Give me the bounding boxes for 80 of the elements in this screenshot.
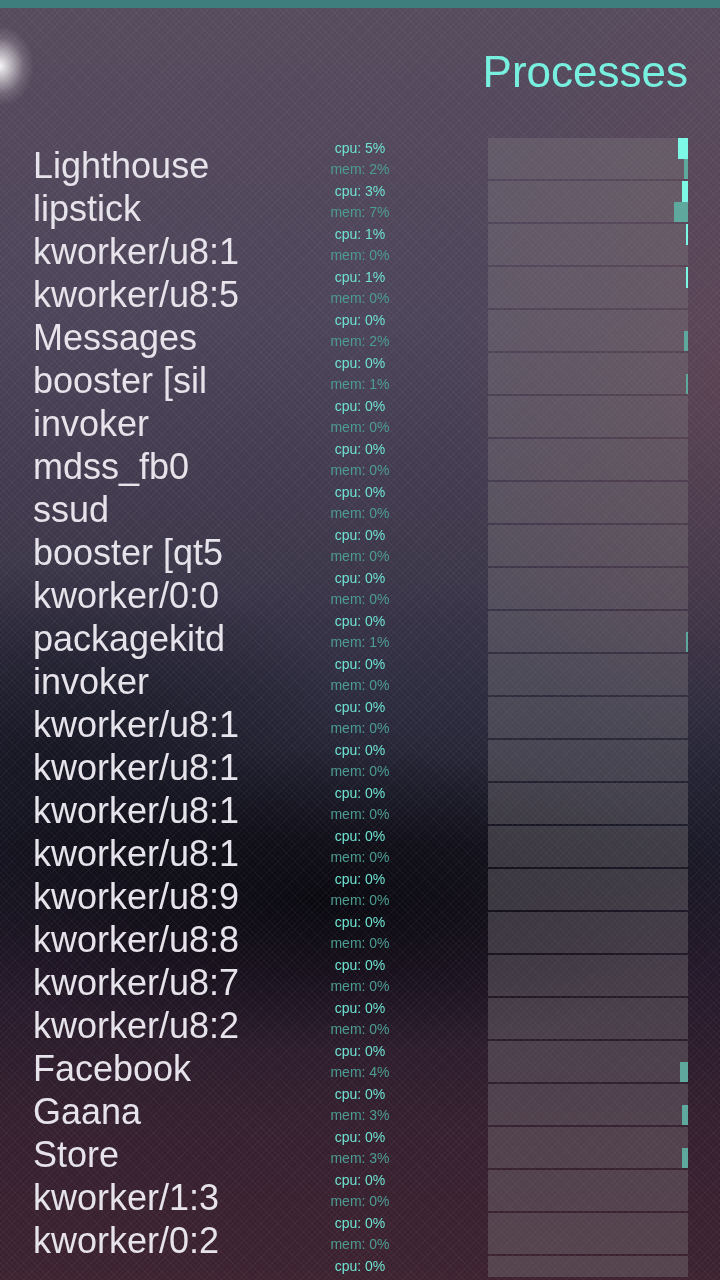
process-name: Messages (33, 320, 198, 356)
mem-reading: mem: 0% (330, 804, 390, 824)
mem-reading: mem: 3% (330, 1105, 390, 1125)
process-name: kworker/u8:5 (33, 277, 240, 313)
process-name: lipstick (33, 191, 142, 227)
mem-reading: mem: 0% (330, 933, 390, 953)
mem-reading: mem: 0% (330, 417, 390, 437)
process-name: packagekitd (33, 621, 226, 657)
mem-reading: mem: 2% (330, 159, 390, 179)
process-name: kworker/u8:1 (33, 793, 240, 829)
cpu-reading: cpu: 0% (334, 999, 386, 1018)
process-name: kworker/u8:2 (33, 1008, 240, 1044)
process-name: invoker (33, 664, 150, 700)
mem-reading: mem: 0% (330, 589, 390, 609)
page-title: Processes (482, 50, 688, 94)
mem-reading: mem: 1% (330, 374, 390, 394)
cpu-reading: cpu: 0% (334, 397, 386, 416)
process-name: mdss_fb0 (33, 449, 190, 485)
process-name: invoker (33, 406, 150, 442)
mem-reading: mem: 0% (330, 847, 390, 867)
process-name: kworker/u8:1 (33, 707, 240, 743)
cpu-reading: cpu: 0% (334, 612, 386, 631)
mem-reading: mem: 0% (330, 1234, 390, 1254)
process-name: kworker/0:0 (33, 578, 220, 614)
cpu-reading: cpu: 1% (334, 225, 386, 244)
process-name: kworker/u8:9 (33, 879, 240, 915)
mem-reading: mem: 0% (330, 288, 390, 308)
cpu-reading: cpu: 0% (334, 569, 386, 588)
process-name: kworker/u8:1 (33, 836, 240, 872)
cpu-reading: cpu: 0% (334, 1042, 386, 1061)
process-name: kworker/u8:7 (33, 965, 240, 1001)
mem-reading: mem: 0% (330, 718, 390, 738)
cpu-reading: cpu: 5% (334, 139, 386, 158)
mem-reading: mem: 0% (330, 245, 390, 265)
cpu-reading: cpu: 0% (334, 1171, 386, 1190)
mem-reading: mem: 0% (330, 976, 390, 996)
process-name: kworker/u8:1 (33, 234, 240, 270)
cpu-reading: cpu: 0% (334, 655, 386, 674)
cpu-reading: cpu: 0% (334, 913, 386, 932)
cpu-reading: cpu: 0% (334, 311, 386, 330)
mem-reading: mem: 0% (330, 546, 390, 566)
cpu-reading: cpu: 0% (334, 698, 386, 717)
cpu-reading: cpu: 0% (334, 956, 386, 975)
process-name: kworker/u8:1 (33, 750, 240, 786)
mem-reading: mem: 3% (330, 1148, 390, 1168)
cpu-reading: cpu: 0% (334, 440, 386, 459)
cpu-reading: cpu: 0% (334, 870, 386, 889)
mem-reading: mem: 0% (330, 1019, 390, 1039)
cpu-reading: cpu: 0% (334, 354, 386, 373)
mem-reading: mem: 2% (330, 331, 390, 351)
cpu-reading: cpu: 0% (334, 1257, 386, 1276)
mem-reading: mem: 0% (330, 675, 390, 695)
process-name: Facebook (33, 1051, 192, 1087)
mem-reading: mem: 4% (330, 1062, 390, 1082)
cpu-reading: cpu: 0% (334, 483, 386, 502)
process-name: Gaana (33, 1094, 142, 1130)
mem-reading: mem: 7% (330, 202, 390, 222)
cpu-reading: cpu: 0% (334, 827, 386, 846)
process-name: booster [qt5 (33, 535, 224, 571)
cpu-reading: cpu: 0% (334, 526, 386, 545)
process-name: Store (33, 1137, 120, 1173)
cpu-reading: cpu: 0% (334, 784, 386, 803)
mem-reading: mem: 0% (330, 503, 390, 523)
process-name: kworker/u8:8 (33, 922, 240, 958)
mem-reading: mem: 0% (330, 1191, 390, 1211)
mem-reading: mem: 0% (330, 890, 390, 910)
process-name: kworker/1:3 (33, 1180, 220, 1216)
cpu-reading: cpu: 0% (334, 1128, 386, 1147)
cpu-reading: cpu: 1% (334, 268, 386, 287)
cpu-reading: cpu: 0% (334, 1085, 386, 1104)
mem-reading: mem: 0% (330, 761, 390, 781)
cpu-reading: cpu: 3% (334, 182, 386, 201)
mem-reading: mem: 1% (330, 632, 390, 652)
process-name: Lighthouse (33, 148, 210, 184)
process-name: ssud (33, 492, 110, 528)
process-name: kworker/0:2 (33, 1223, 220, 1259)
mem-reading: mem: 0% (330, 460, 390, 480)
process-name: booster [sil (33, 363, 208, 399)
cpu-reading: cpu: 0% (334, 1214, 386, 1233)
cpu-reading: cpu: 0% (334, 741, 386, 760)
